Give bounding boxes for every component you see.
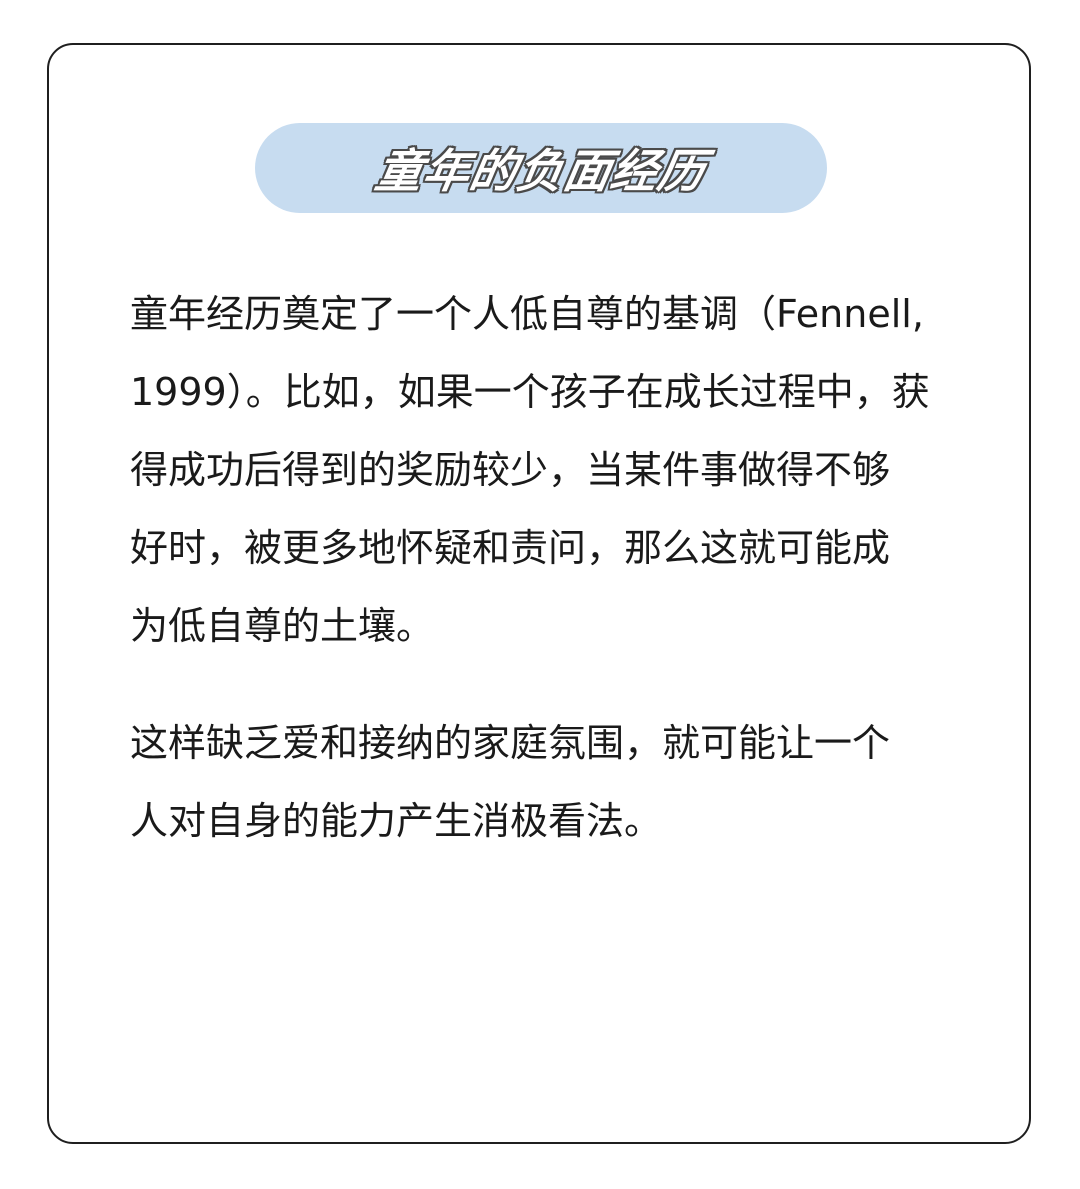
text-line: 好时，被更多地怀疑和责问，那么这就可能成 bbox=[130, 526, 891, 570]
page-title: 童年的负面经历 bbox=[371, 144, 710, 198]
title-banner: 童年的负面经历 bbox=[255, 123, 827, 213]
text-line: 童年经历奠定了一个人低自尊的基调（Fennell, bbox=[130, 292, 924, 336]
text-line: 得成功后得到的奖励较少，当某件事做得不够 bbox=[130, 448, 891, 492]
paragraph-2: 这样缺乏爱和接纳的家庭氛围，就可能让一个 人对自身的能力产生消极看法。 bbox=[130, 704, 952, 860]
text-line: 为低自尊的土壤。 bbox=[130, 604, 435, 648]
paragraph-1: 童年经历奠定了一个人低自尊的基调（Fennell, 1999）。比如，如果一个孩… bbox=[130, 275, 952, 665]
text-line: 人对自身的能力产生消极看法。 bbox=[130, 799, 663, 843]
text-line: 这样缺乏爱和接纳的家庭氛围，就可能让一个 bbox=[130, 721, 891, 765]
text-line: 1999）。比如，如果一个孩子在成长过程中，获 bbox=[130, 370, 930, 414]
